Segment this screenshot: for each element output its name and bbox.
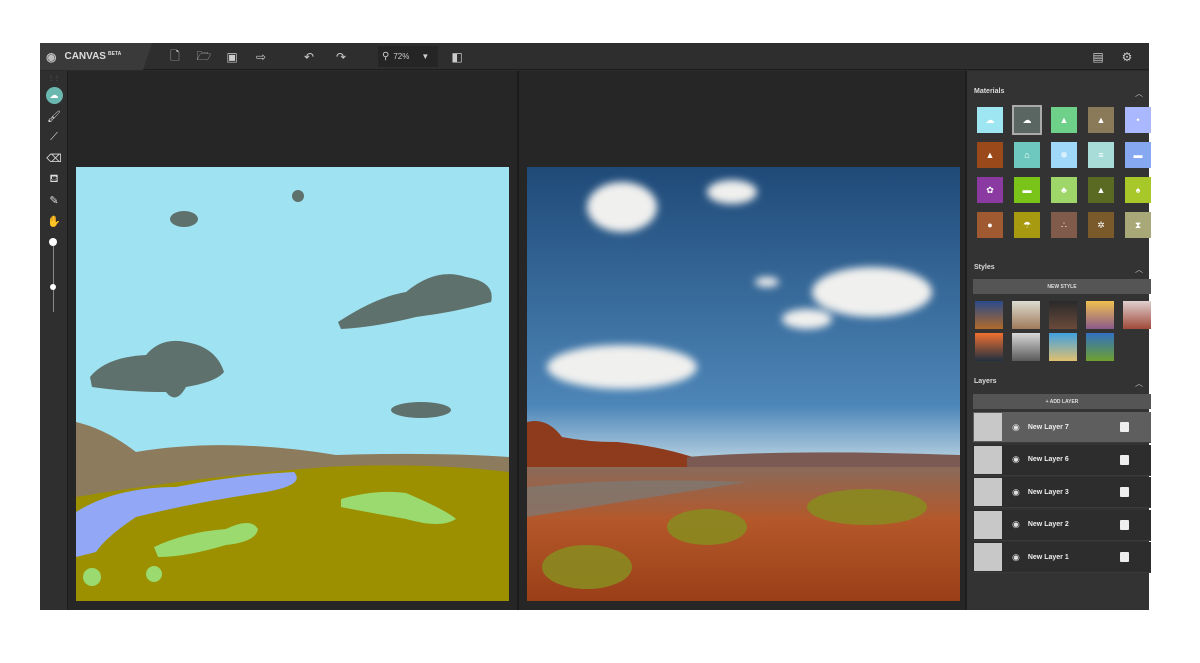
output-preview [519,71,965,610]
left-toolbar: ⋮⋮ ☁ 🖌 ⟋ ⌫ ⛾ ✎ ✋ [40,71,68,610]
material-sand-beach[interactable]: ☂ [1014,212,1040,238]
style-thumbnail[interactable] [1012,301,1040,329]
style-thumbnail[interactable] [975,301,1003,329]
layers-header: Layers [974,378,997,385]
material-gravel[interactable]: ✲ [1088,212,1114,238]
material-grass[interactable]: ▲ [1051,107,1077,133]
zoom-control[interactable]: ⚲ 72% ▼ [378,46,438,67]
layer-row[interactable]: ◉ New Layer 6 [973,444,1151,476]
add-layer-button[interactable]: + ADD LAYER [973,394,1151,409]
new-file-icon[interactable]: 🗋 [166,48,184,66]
material-snow[interactable]: • [1125,107,1151,133]
brush-size-slider[interactable] [40,232,67,322]
style-thumbnail[interactable] [1086,333,1114,361]
undo-icon[interactable]: ↶ [300,48,318,66]
top-toolbar: ◉ CANVAS BETA 🗋 🗁 ▣ ⇨ ↶ ↷ ⚲ 72% ▼ ◧ ▤ ⚙ [40,43,1149,70]
material-dirt[interactable]: ∴ [1051,212,1077,238]
material-sky[interactable]: ☁ [977,107,1003,133]
style-thumbnail[interactable] [1049,301,1077,329]
drawing-canvas[interactable] [68,71,517,610]
layer-thumbnail [974,510,1002,539]
materials-header: Materials [974,88,1005,95]
delete-layer-icon[interactable] [1119,454,1129,465]
eyedropper-icon[interactable]: ✎ [40,190,68,211]
eye-icon[interactable]: ◉ [1012,552,1020,563]
style-thumbnail[interactable] [1086,301,1114,329]
layer-thumbnail [974,478,1002,506]
zoom-icon: ⚲ [382,51,390,62]
style-thumbnail[interactable] [1012,333,1040,361]
export-icon[interactable]: ⇨ [252,48,270,66]
material-water[interactable]: ▬ [1125,142,1151,168]
right-panel: Materials ︿ ☁ ☁ ▲ ▲ • ▲ ⌂ ❄ ≡ ▬ ✿ ▬ ♣ ▲ ♠ ● ☂ ∴ ✲ ⧗ Styles … [965,71,1151,610]
style-thumbnail[interactable] [975,333,1003,361]
material-bush[interactable]: ▬ [1014,177,1040,203]
delete-layer-icon[interactable] [1119,487,1129,497]
material-rock[interactable]: ▲ [977,142,1003,168]
redo-icon[interactable]: ↷ [332,48,350,66]
layer-thumbnail [974,413,1002,441]
layer-thumbnail [974,445,1002,474]
open-folder-icon[interactable]: 🗁 [195,48,213,66]
eye-icon[interactable]: ◉ [1012,487,1020,498]
material-hill[interactable]: ▲ [1088,177,1114,203]
settings-icon[interactable]: ⚙ [1118,48,1136,66]
layer-row[interactable]: ◉ New Layer 2 [973,509,1151,541]
layer-row[interactable]: ◉ New Layer 7 [973,412,1151,443]
layer-name: New Layer 3 [1027,488,1069,496]
grip-icon[interactable]: ⋮⋮ [40,71,68,85]
eraser-icon[interactable]: ⌫ [40,148,68,169]
material-desert[interactable]: ⧗ [1125,212,1151,238]
collapse-styles-icon[interactable]: ︿ [1135,264,1143,275]
brush-icon[interactable]: 🖌 [40,106,68,127]
material-ice[interactable]: ❄ [1051,142,1077,168]
style-thumbnail[interactable] [1049,333,1077,361]
compare-view-icon[interactable]: ◧ [448,48,466,66]
material-mountain[interactable]: ▲ [1088,107,1114,133]
layer-name: New Layer 1 [1027,553,1069,561]
material-house[interactable]: ⌂ [1014,142,1040,168]
eye-icon[interactable]: ◉ [1012,422,1020,433]
material-flower[interactable]: ✿ [977,177,1003,203]
styles-header: Styles [974,264,995,271]
delete-layer-icon[interactable] [1119,552,1129,562]
app-logo: ◉ CANVAS BETA [40,43,152,70]
pan-hand-icon[interactable]: ✋ [40,211,68,232]
material-plant[interactable]: ♣ [1051,177,1077,203]
collapse-layers-icon[interactable]: ︿ [1135,378,1143,389]
generated-landscape-image [527,167,960,601]
style-thumbnail[interactable] [1123,301,1151,329]
delete-layer-icon[interactable] [1119,422,1129,432]
layer-row[interactable]: ◉ New Layer 3 [973,477,1151,508]
zoom-level: 72% [393,52,410,61]
material-tree[interactable]: ♠ [1125,177,1151,203]
collapse-materials-icon[interactable]: ︿ [1135,88,1143,99]
eye-icon[interactable]: ◉ [1012,454,1020,465]
layer-row[interactable]: ◉ New Layer 1 [973,542,1151,573]
material-fog[interactable]: ≡ [1088,142,1114,168]
new-style-button[interactable]: NEW STYLE [973,279,1151,294]
canvas-app: ◉ CANVAS BETA 🗋 🗁 ▣ ⇨ ↶ ↷ ⚲ 72% ▼ ◧ ▤ ⚙ ⋮… [40,43,1151,610]
layer-thumbnail [974,543,1002,571]
layer-name: New Layer 6 [1027,456,1069,463]
feedback-icon[interactable]: ▤ [1089,48,1107,66]
layer-name: New Layer 7 [1027,423,1069,431]
beta-badge: BETA [107,51,122,57]
material-stone[interactable]: ● [977,212,1003,238]
fill-icon[interactable]: ⛾ [40,169,68,190]
chevron-down-icon[interactable]: ▼ [421,52,429,61]
material-brush-icon[interactable]: ☁ [40,85,68,106]
delete-layer-icon[interactable] [1119,519,1129,530]
segmentation-painting[interactable] [76,167,509,601]
save-icon[interactable]: ▣ [223,48,241,66]
app-name: CANVAS [64,51,106,62]
material-cloud[interactable]: ☁ [1012,105,1042,135]
line-icon[interactable]: ⟋ [40,127,68,148]
eye-icon[interactable]: ◉ [1012,519,1020,530]
layer-name: New Layer 2 [1027,521,1069,528]
nvidia-logo-icon: ◉ [46,49,57,64]
